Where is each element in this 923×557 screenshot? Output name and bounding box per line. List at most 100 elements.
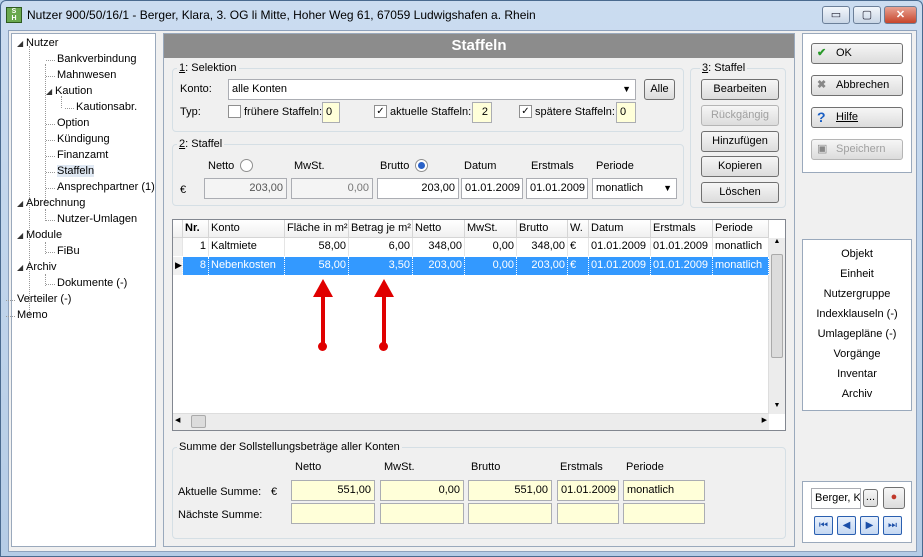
tree-item-label: Verteiler (-) (17, 293, 72, 305)
table-cell: 203,00 (413, 257, 465, 275)
periode-select[interactable]: monatlich ▼ (592, 178, 677, 199)
scroll-left-icon[interactable]: ◀ (175, 416, 180, 424)
link-inventar[interactable]: Inventar (803, 368, 911, 380)
column-header[interactable]: Nr. (183, 220, 209, 238)
table-cell: 01.01.2009 (651, 238, 713, 256)
tree-item-staffeln[interactable]: Staffeln (57, 165, 95, 177)
erstmals-field[interactable]: 01.01.2009 (526, 178, 588, 199)
tree-item-option[interactable]: Option (57, 117, 89, 129)
bearbeiten-button[interactable]: Bearbeiten (701, 79, 779, 100)
maximize-button[interactable]: ▢ (853, 6, 881, 24)
brutto-field[interactable]: 203,00 (377, 178, 459, 199)
periode-label: Periode (596, 160, 634, 172)
netto-field[interactable]: 203,00 (204, 178, 287, 199)
scroll-thumb-h[interactable] (191, 415, 206, 428)
ok-button[interactable]: ✔ OK (811, 43, 903, 64)
tree-item-label: Mahnwesen (57, 69, 117, 81)
horizontal-scrollbar[interactable]: ◀ ▶ (173, 413, 769, 430)
tree-item-verteiler[interactable]: Verteiler (-) (17, 293, 71, 305)
column-header[interactable]: Brutto (517, 220, 568, 238)
tree-item-kündigung[interactable]: Kündigung (57, 133, 110, 145)
aktuelle-summe-label: Aktuelle Summe: (178, 486, 262, 498)
summe-netto: 551,00 (291, 480, 375, 501)
column-header[interactable]: Periode (713, 220, 769, 238)
row-selector-icon[interactable] (173, 238, 183, 256)
last-record-icon[interactable]: ⏭ (883, 516, 902, 535)
column-header[interactable]: Betrag je m² (349, 220, 413, 238)
abbrechen-button[interactable]: ✖ Abbrechen (811, 75, 903, 96)
row-selector-icon[interactable]: ▶ (173, 257, 183, 275)
column-header[interactable]: Netto (413, 220, 465, 238)
konto-select[interactable]: alle Konten ▼ (228, 79, 636, 100)
column-header[interactable]: Konto (209, 220, 285, 238)
scroll-up-icon[interactable]: ▲ (771, 238, 783, 250)
column-header[interactable]: MwSt. (465, 220, 517, 238)
tree-expander-icon[interactable]: ◢ (17, 231, 26, 240)
brutto-radio[interactable] (415, 159, 428, 172)
scroll-right-icon[interactable]: ▶ (762, 416, 767, 424)
scroll-thumb[interactable] (771, 254, 783, 358)
link-nutzergruppe[interactable]: Nutzergruppe (803, 288, 911, 300)
datum-field[interactable]: 01.01.2009 (461, 178, 523, 199)
netto-radio[interactable] (240, 159, 253, 172)
link-objekt[interactable]: Objekt (803, 248, 911, 260)
tree-item-mahnwesen[interactable]: Mahnwesen (57, 69, 116, 81)
rueckgaengig-button[interactable]: Rückgängig (701, 105, 779, 126)
record-lookup-button[interactable]: ... (863, 489, 878, 507)
link-archiv[interactable]: Archiv (803, 388, 911, 400)
fruehere-checkbox[interactable] (228, 105, 241, 118)
aktuelle-checkbox[interactable]: ✓ (374, 105, 387, 118)
column-header[interactable]: Fläche in m² (285, 220, 349, 238)
tree-item-ansprechpartner-1[interactable]: Ansprechpartner (1) (57, 181, 155, 193)
tree-item-module[interactable]: ◢ Module (17, 229, 62, 241)
naechste-periode (623, 503, 705, 524)
record-name-field[interactable]: Berger, K (811, 488, 861, 509)
spaetere-checkbox[interactable]: ✓ (519, 105, 532, 118)
spaetere-count: 0 (616, 102, 636, 123)
tree-item-nutzer[interactable]: ◢ Nutzer (17, 37, 58, 49)
tree-item-archiv[interactable]: ◢ Archiv (17, 261, 57, 273)
hilfe-button[interactable]: ? Hilfe (811, 107, 903, 128)
tree-expander-icon[interactable]: ◢ (17, 199, 26, 208)
table-cell: 3,50 (349, 257, 413, 275)
speichern-button[interactable]: ▣ Speichern (811, 139, 903, 160)
tree-expander-icon[interactable]: ◢ (17, 263, 26, 272)
mwst-field[interactable]: 0,00 (291, 178, 373, 199)
first-record-icon[interactable]: ⏮ (814, 516, 833, 535)
summe-erstmals: 01.01.2009 (557, 480, 619, 501)
prev-record-icon[interactable]: ◀ (837, 516, 856, 535)
loeschen-button[interactable]: Löschen (701, 182, 779, 203)
column-header[interactable]: W. (568, 220, 589, 238)
next-record-icon[interactable]: ▶ (860, 516, 879, 535)
tree-item-nutzer-umlagen[interactable]: Nutzer-Umlagen (57, 213, 137, 225)
users-icon[interactable]: ● (883, 487, 905, 509)
title-bar[interactable]: SH Nutzer 900/50/16/1 - Berger, Klara, 3… (1, 1, 922, 29)
tree-item-dokumente[interactable]: Dokumente (-) (57, 277, 127, 289)
annotation-arrow-shaft (382, 295, 386, 345)
tree-item-kautionsabr[interactable]: Kautionsabr. (76, 101, 137, 113)
tree-item-fibu[interactable]: FiBu (57, 245, 80, 257)
link-vorgänge[interactable]: Vorgänge (803, 348, 911, 360)
alle-button[interactable]: Alle (644, 79, 675, 100)
tree-item-kaution[interactable]: ◢ Kaution (46, 85, 92, 97)
link-umlagepläne[interactable]: Umlagepläne (-) (803, 328, 911, 340)
link-einheit[interactable]: Einheit (803, 268, 911, 280)
column-header[interactable]: Erstmals (651, 220, 713, 238)
tree-item-memo[interactable]: Memo (17, 309, 48, 321)
link-indexklauseln[interactable]: Indexklauseln (-) (803, 308, 911, 320)
hinzufuegen-button[interactable]: Hinzufügen (701, 131, 779, 152)
tree-item-abrechnung[interactable]: ◢ Abrechnung (17, 197, 85, 209)
tree-item-bankverbindung[interactable]: Bankverbindung (57, 53, 137, 65)
tree-expander-icon[interactable]: ◢ (46, 87, 55, 96)
minimize-button[interactable]: ▭ (822, 6, 850, 24)
tree-item-finanzamt[interactable]: Finanzamt (57, 149, 108, 161)
scroll-down-icon[interactable]: ▼ (771, 402, 783, 414)
table-cell: 01.01.2009 (589, 257, 651, 275)
table-cell: 01.01.2009 (651, 257, 713, 275)
close-button[interactable]: ✕ (884, 6, 917, 24)
column-header[interactable]: Datum (589, 220, 651, 238)
tree-expander-icon[interactable]: ◢ (17, 39, 26, 48)
vertical-scrollbar[interactable]: ▲ ▼ (768, 238, 785, 414)
kopieren-button[interactable]: Kopieren (701, 156, 779, 177)
selektion-group-label: 1: Selektion (177, 62, 239, 74)
